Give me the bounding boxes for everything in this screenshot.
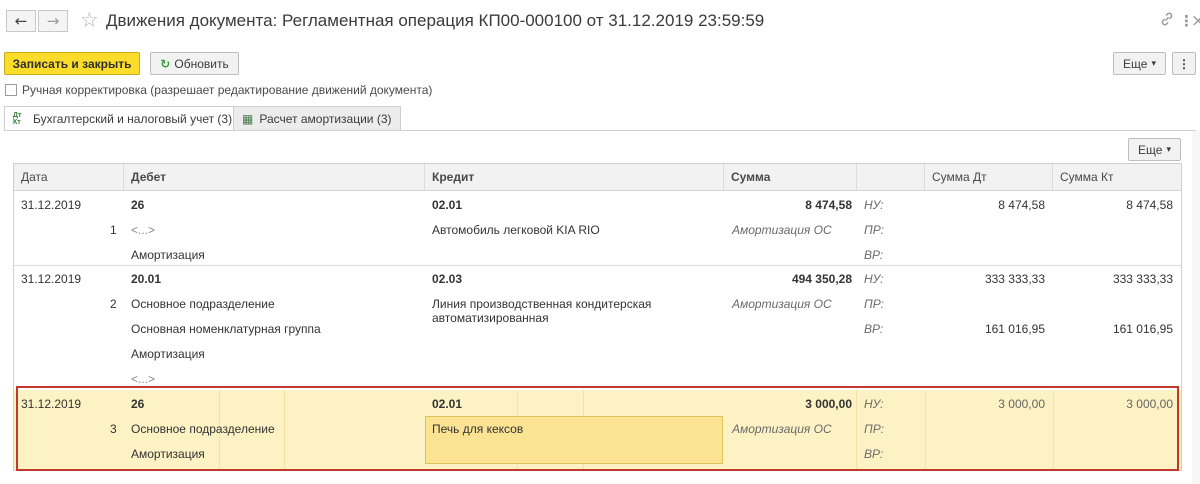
debit-credit-icon: Дт Кт: [13, 112, 22, 126]
sum-kt-value: 161 016,95: [1112, 322, 1173, 336]
col-header-tax[interactable]: [857, 164, 925, 191]
col-header-debit[interactable]: Дебет: [124, 164, 425, 191]
tax-label-vr: ВР:: [864, 322, 884, 336]
table-icon: ▦: [242, 111, 254, 126]
refresh-button[interactable]: ↻ Обновить: [150, 52, 239, 75]
amount-note: Амортизация ОС: [732, 223, 832, 237]
tab-depreciation-label: Расчет амортизации (3): [259, 111, 392, 126]
tab-accounting[interactable]: Дт Кт Бухгалтерский и налоговый учет (3): [4, 106, 242, 131]
back-button[interactable]: ←: [6, 10, 36, 32]
tax-label-nu: НУ:: [864, 198, 884, 212]
debit-account: 20.01: [131, 272, 162, 286]
refresh-icon: ↻: [160, 56, 171, 71]
star-icon[interactable]: ☆: [80, 9, 99, 31]
amount-value: 8 474,58: [805, 198, 852, 212]
refresh-label: Обновить: [174, 56, 229, 71]
debit-subconto: <...>: [131, 372, 156, 386]
scrollbar[interactable]: [1192, 131, 1200, 484]
annotation-frame: [16, 386, 1179, 471]
debit-subconto: Амортизация: [131, 248, 205, 262]
more-label: Еще: [1123, 56, 1148, 71]
sum-dt-value: 161 016,95: [984, 322, 1045, 336]
manual-correction-label: Ручная корректировка (разрешает редактир…: [22, 83, 433, 97]
credit-subconto: Автомобиль легковой KIA RIO: [432, 223, 600, 237]
link-icon[interactable]: [1160, 10, 1174, 32]
col-header-sum-kt[interactable]: Сумма Кт: [1053, 164, 1181, 191]
debit-subconto: Основное подразделение: [131, 297, 275, 311]
tax-label-pr: ПР:: [864, 223, 884, 237]
tab-divider: [4, 130, 1196, 131]
grid-more-button[interactable]: Еще ▾: [1128, 138, 1181, 161]
menu-button[interactable]: ⋮: [1172, 52, 1196, 75]
tab-depreciation[interactable]: ▦ Расчет амортизации (3): [233, 106, 401, 130]
amount-value: 494 350,28: [791, 272, 852, 286]
more-button[interactable]: Еще ▾: [1113, 52, 1166, 75]
col-header-date[interactable]: Дата: [14, 164, 124, 191]
close-icon[interactable]: ×: [1191, 10, 1200, 32]
amount-note: Амортизация ОС: [732, 297, 832, 311]
grid-more-label: Еще: [1138, 142, 1163, 157]
chevron-down-icon: ▾: [1151, 58, 1156, 68]
arrow-right-icon: →: [46, 12, 60, 30]
save-and-close-button[interactable]: Записать и закрыть: [4, 52, 140, 75]
table-header: Дата Дебет Кредит Сумма Сумма Дт Сумма К…: [14, 164, 1181, 191]
col-header-sum-dt[interactable]: Сумма Дт: [925, 164, 1053, 191]
debit-subconto: Основная номенклатурная группа: [131, 322, 321, 336]
credit-account: 02.01: [432, 198, 463, 212]
more-vertical-icon: ⋮: [1178, 56, 1190, 71]
tax-label-pr: ПР:: [864, 297, 884, 311]
sum-kt-value: 333 333,33: [1112, 272, 1173, 286]
chevron-down-icon: ▾: [1166, 144, 1171, 154]
debit-subconto: Амортизация: [131, 347, 205, 361]
sum-dt-value: 333 333,33: [984, 272, 1045, 286]
debit-subconto: <...>: [131, 223, 156, 237]
row-number: 2: [110, 297, 117, 311]
row-number: 1: [110, 223, 117, 237]
forward-button[interactable]: →: [38, 10, 68, 32]
tab-accounting-label: Бухгалтерский и налоговый учет (3): [33, 112, 233, 126]
sum-kt-value: 8 474,58: [1126, 198, 1173, 212]
credit-account: 02.03: [432, 272, 463, 286]
row-date: 31.12.2019: [21, 198, 82, 212]
credit-subconto: Линия производственная кондитерская авто…: [432, 297, 652, 325]
row-date: 31.12.2019: [21, 272, 82, 286]
col-header-amount[interactable]: Сумма: [724, 164, 857, 191]
sum-dt-value: 8 474,58: [998, 198, 1045, 212]
tax-label-nu: НУ:: [864, 272, 884, 286]
col-header-credit[interactable]: Кредит: [425, 164, 724, 191]
debit-account: 26: [131, 198, 145, 212]
manual-correction-checkbox[interactable]: [5, 84, 17, 96]
arrow-left-icon: ←: [14, 12, 28, 30]
tax-label-vr: ВР:: [864, 248, 884, 262]
page-title: Движения документа: Регламентная операци…: [106, 11, 765, 30]
save-and-close-label: Записать и закрыть: [12, 56, 132, 71]
